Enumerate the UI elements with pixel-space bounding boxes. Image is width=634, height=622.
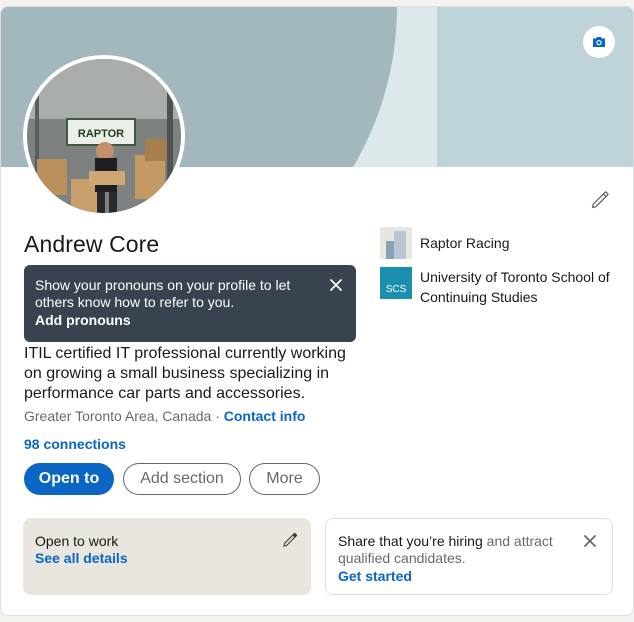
get-started-link[interactable]: Get started [338,568,572,584]
camera-icon [593,37,605,47]
school-name: University of Toronto School of Continui… [420,269,610,305]
profile-photo-image: RAPTOR [27,59,181,213]
pencil-icon [283,532,298,547]
profile-location: Greater Toronto Area, Canada [24,408,212,424]
pronouns-tooltip: Show your pronouns on your profile to le… [24,265,356,342]
contact-info-link[interactable]: Contact info [224,408,306,424]
profile-name: Andrew Core [24,231,160,257]
hiring-text: Share that you’re hiring and attract qua… [338,533,572,567]
company-logo [380,227,412,259]
open-to-work-title: Open to work [35,533,119,549]
current-company-item[interactable]: Raptor Racing [380,227,510,259]
profile-photo[interactable]: RAPTOR [23,55,185,217]
pencil-icon [591,191,609,209]
more-button[interactable]: More [249,463,320,495]
tooltip-close-button[interactable] [328,277,344,293]
school-logo-text: SCS [385,284,407,295]
open-to-work-card: Open to work See all details [23,518,311,595]
open-to-button[interactable]: Open to [24,463,114,495]
profile-card: RAPTOR Andrew Core Show your pronouns on… [0,6,634,616]
hiring-lead: Share that you’re hiring [338,533,483,549]
close-icon [330,279,342,291]
connections-link[interactable]: 98 connections [24,436,126,452]
profile-headline: ITIL certified IT professional currently… [24,345,346,402]
school-logo: SCS [380,267,412,299]
location-separator: · [211,408,224,424]
edit-open-to-work-button[interactable] [281,531,299,549]
hiring-close-button[interactable] [582,533,598,549]
photo-sign-text: RAPTOR [78,128,124,140]
education-item[interactable]: SCS University of Toronto School of Cont… [380,267,610,307]
hiring-card: Share that you’re hiring and attract qua… [325,518,613,595]
company-name: Raptor Racing [420,235,510,251]
add-pronouns-link[interactable]: Add pronouns [35,312,316,328]
close-icon [584,535,596,547]
edit-intro-button[interactable] [585,185,615,215]
edit-banner-button[interactable] [583,26,615,58]
tooltip-text: Show your pronouns on your profile to le… [35,277,291,310]
location-row: Greater Toronto Area, Canada · Contact i… [24,408,305,424]
add-section-button[interactable]: Add section [123,463,241,495]
see-all-details-link[interactable]: See all details [35,550,299,566]
